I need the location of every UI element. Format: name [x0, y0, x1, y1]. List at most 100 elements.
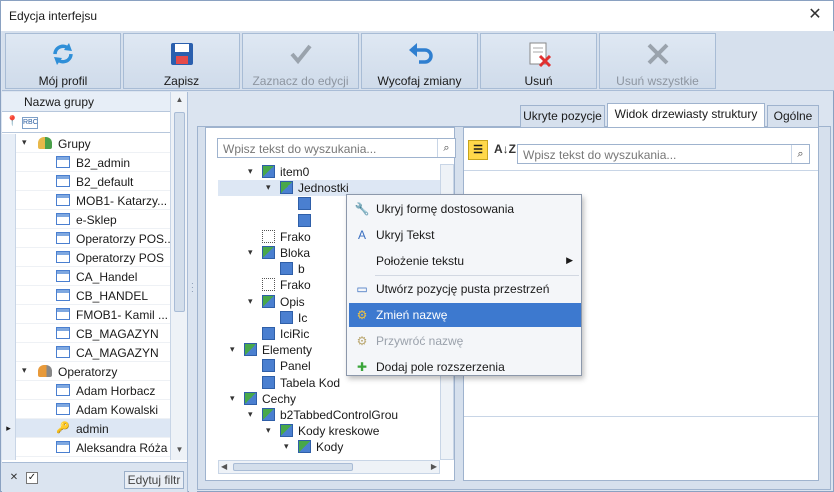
- expand-icon[interactable]: ▾: [248, 296, 253, 307]
- list-item[interactable]: MOB1- Katarzy...: [2, 191, 170, 210]
- list-item[interactable]: B2_admin: [2, 153, 170, 172]
- row-header[interactable]: ▸: [2, 419, 16, 438]
- search-icon[interactable]: ⌕: [437, 139, 455, 157]
- my-profile-button[interactable]: Mój profil: [5, 33, 121, 89]
- scroll-right-icon[interactable]: ▶: [431, 461, 437, 473]
- list-item[interactable]: Operatorzy POS...: [2, 229, 170, 248]
- list-item[interactable]: CA_Handel: [2, 267, 170, 286]
- expand-icon[interactable]: ▾: [248, 247, 253, 258]
- menu-item-label: Ukryj Tekst: [376, 227, 435, 242]
- search-icon[interactable]: ⌕: [791, 145, 809, 163]
- group-row[interactable]: ▾ Grupy: [2, 134, 170, 153]
- tree-horizontal-scrollbar[interactable]: ◀ ▶: [218, 460, 440, 474]
- list-item[interactable]: CB_HANDEL: [2, 286, 170, 305]
- scroll-thumb[interactable]: [174, 112, 185, 312]
- checkmark-icon: [289, 44, 312, 65]
- row-header[interactable]: [2, 286, 16, 305]
- list-item[interactable]: Operatorzy POS: [2, 248, 170, 267]
- item-label: Operatorzy POS...: [76, 232, 170, 246]
- item-icon: [56, 403, 70, 415]
- list-item[interactable]: ▸ 🔑 admin: [2, 419, 170, 438]
- row-header[interactable]: [2, 362, 16, 381]
- tab-hidden-items[interactable]: Ukryte pozycje: [520, 105, 605, 127]
- group-name-column-header[interactable]: Nazwa grupy: [2, 92, 170, 112]
- panel-splitter[interactable]: · · ·: [189, 92, 197, 492]
- hide-customization-form-item[interactable]: 🔧 Ukryj formę dostosowania: [349, 197, 581, 221]
- expand-icon[interactable]: ▾: [248, 166, 253, 177]
- row-header[interactable]: [2, 305, 16, 324]
- tree-node[interactable]: ▾ Kody: [218, 439, 440, 455]
- tree-node-label: Frako: [280, 229, 311, 244]
- property-search-input[interactable]: Wpisz tekst do wyszukania... ⌕: [517, 144, 810, 164]
- row-header[interactable]: [2, 343, 16, 362]
- list-item[interactable]: Adam Horbacz: [2, 381, 170, 400]
- row-header[interactable]: [2, 381, 16, 400]
- scroll-left-icon[interactable]: ◀: [221, 461, 227, 473]
- list-item[interactable]: Aleksandra Róża: [2, 438, 170, 457]
- hide-text-item[interactable]: A Ukryj Tekst: [349, 223, 581, 247]
- sort-alphabetical-icon[interactable]: A↓Z: [494, 142, 516, 160]
- list-item[interactable]: Adam Kowalski: [2, 400, 170, 419]
- scroll-down-icon[interactable]: ▼: [171, 442, 188, 458]
- tree-node[interactable]: ▾ item0: [218, 164, 440, 180]
- add-extension-field-item[interactable]: ✚ Dodaj pole rozszerzenia: [349, 355, 581, 379]
- list-item[interactable]: FMOB1- Kamil ...: [2, 305, 170, 324]
- list-item[interactable]: CB_MAGAZYN: [2, 324, 170, 343]
- row-header[interactable]: [2, 210, 16, 229]
- edit-filter-button[interactable]: Edytuj filtr: [124, 471, 184, 489]
- row-header[interactable]: [2, 153, 16, 172]
- scroll-up-icon[interactable]: ▲: [171, 92, 188, 108]
- text-position-item[interactable]: Położenie tekstu ▶: [349, 249, 581, 273]
- save-button[interactable]: Zapisz: [123, 33, 240, 89]
- restore-name-item[interactable]: ⚙ Przywróć nazwę: [349, 329, 581, 353]
- tab-general[interactable]: Ogólne: [767, 105, 819, 127]
- row-header[interactable]: [2, 324, 16, 343]
- expand-icon[interactable]: ▾: [248, 409, 253, 420]
- revert-changes-button[interactable]: Wycofaj zmiany: [361, 33, 478, 89]
- filter-row[interactable]: 📍 RBC: [2, 113, 170, 133]
- group-row[interactable]: ▾ Operatorzy: [2, 362, 170, 381]
- row-header[interactable]: [2, 400, 16, 419]
- item-icon: [56, 270, 70, 282]
- row-header[interactable]: [2, 438, 16, 457]
- list-item[interactable]: CA_MAGAZYN: [2, 343, 170, 362]
- row-header[interactable]: [2, 248, 16, 267]
- clear-filter-icon[interactable]: ✕: [8, 472, 20, 484]
- delete-all-button[interactable]: Usuń wszystkie: [599, 33, 716, 89]
- row-header[interactable]: [2, 134, 16, 153]
- list-item[interactable]: AN...: [2, 457, 170, 460]
- delete-button[interactable]: Usuń: [480, 33, 597, 89]
- hscroll-thumb[interactable]: [233, 463, 353, 471]
- expand-icon[interactable]: ▾: [284, 441, 289, 452]
- row-header[interactable]: [2, 191, 16, 210]
- row-header[interactable]: [2, 457, 16, 460]
- close-icon[interactable]: ✕: [805, 5, 825, 25]
- expand-icon[interactable]: ▾: [266, 182, 271, 193]
- rename-item[interactable]: ⚙ Zmień nazwę: [349, 303, 581, 328]
- expand-icon[interactable]: ▾: [22, 137, 32, 147]
- control-icon: [262, 375, 275, 389]
- tree-node[interactable]: ▾ Cechy: [218, 391, 440, 407]
- row-header[interactable]: [2, 267, 16, 286]
- groups-panel: Nazwa grupy 📍 RBC ▾ Grupy B2_admin B2_defau…: [2, 92, 188, 492]
- list-item[interactable]: e-Sklep: [2, 210, 170, 229]
- list-item[interactable]: B2_default: [2, 172, 170, 191]
- expand-icon[interactable]: ▾: [230, 344, 235, 355]
- row-header[interactable]: [2, 229, 16, 248]
- tab-tree-view[interactable]: Widok drzewiasty struktury: [607, 103, 765, 127]
- delete-label: Usuń: [524, 74, 553, 88]
- item-label: admin: [76, 422, 109, 436]
- filter-enabled-checkbox[interactable]: ✓: [26, 472, 38, 484]
- expand-icon[interactable]: ▾: [266, 425, 271, 436]
- tree-node[interactable]: ▾ b2TabbedControlGrou: [218, 407, 440, 423]
- mark-for-edit-button[interactable]: Zaznacz do edycji: [242, 33, 359, 89]
- tree-search-input[interactable]: Wpisz tekst do wyszukania... ⌕: [217, 138, 456, 158]
- row-header[interactable]: [2, 172, 16, 191]
- wrench-icon: 🔧: [354, 202, 370, 216]
- create-empty-space-item[interactable]: ▭ Utwórz pozycję pusta przestrzeń: [349, 277, 581, 301]
- groups-scrollbar[interactable]: ▲ ▼: [170, 92, 187, 460]
- expand-icon[interactable]: ▾: [230, 393, 235, 404]
- categorized-view-icon[interactable]: ☰: [468, 140, 488, 160]
- tree-node[interactable]: ▾ Kody kreskowe: [218, 423, 440, 439]
- expand-icon[interactable]: ▾: [22, 365, 32, 375]
